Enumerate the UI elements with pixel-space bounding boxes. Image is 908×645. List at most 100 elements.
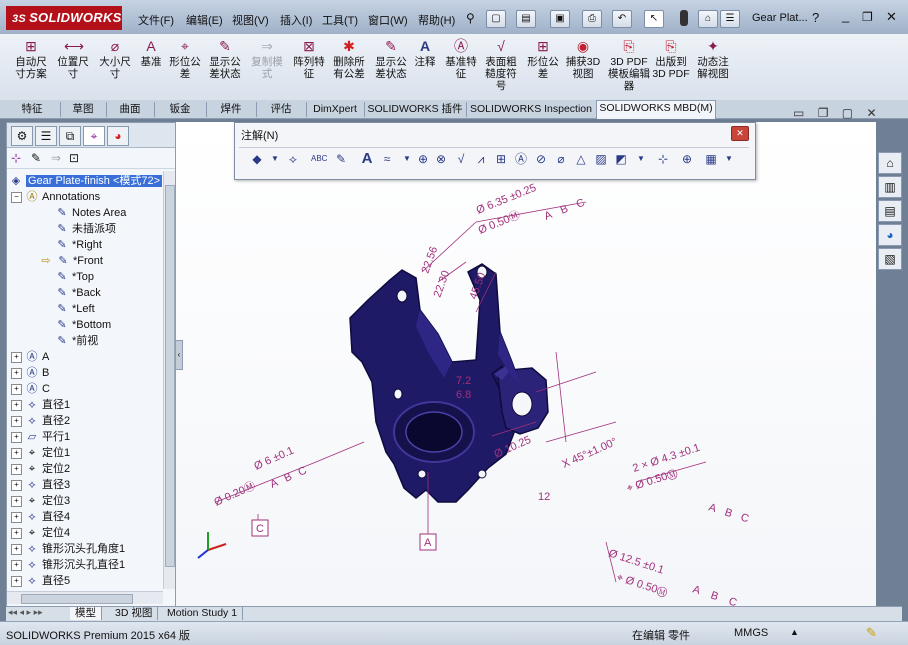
solidworks-logo[interactable]: 3S SOLIDWORKS — [6, 6, 122, 30]
tree-horizontal-scrollbar[interactable] — [7, 591, 163, 604]
feature-tree-tab-icon[interactable]: ⚙ — [11, 126, 33, 146]
table-dropdown-icon[interactable]: ▼ — [721, 151, 737, 167]
delete-tolerances-button[interactable]: ✱ 删除所有公差 — [330, 38, 368, 80]
tree-item-diameter5[interactable]: + ⟡ 直径5 — [11, 573, 70, 589]
pattern-feature-button[interactable]: ⊠ 阵列特征 — [290, 38, 328, 80]
expand-icon[interactable]: + — [11, 463, 22, 475]
dropdown-arrow-icon[interactable]: ▼ — [267, 151, 283, 167]
weld-symbol-icon[interactable]: ⩘ — [473, 151, 489, 167]
datum-c-top[interactable]: C — [575, 197, 587, 211]
dim-22-56[interactable]: 22.56 — [420, 245, 441, 275]
expand-icon[interactable]: + — [11, 431, 22, 443]
note-tool-icon[interactable]: A — [359, 151, 375, 167]
dim-position-020[interactable]: Ø 0.20Ⓜ — [212, 479, 258, 509]
hscrollbar-thumb[interactable] — [21, 594, 133, 604]
expand-icon[interactable]: + — [11, 511, 22, 523]
tree-item-back[interactable]: ✎ *Back — [55, 285, 100, 301]
surface-finish-button[interactable]: √ 表面粗糙度符号 — [482, 38, 520, 92]
annotation-toolbar-close-icon[interactable]: ✕ — [731, 126, 749, 141]
gear-plate-model[interactable] — [349, 263, 549, 503]
auto-dimension-button[interactable]: ⊞ 自动尺寸方案 — [12, 38, 50, 80]
menu-edit[interactable]: 编辑(E) — [186, 12, 223, 28]
dimxpert-manager-tab-icon[interactable]: ⌖ — [83, 126, 105, 146]
tree-item-diameter1[interactable]: + ⟡ 直径1 — [11, 397, 70, 413]
note-button[interactable]: A 注释 — [406, 38, 444, 68]
tab-weldments[interactable]: 焊件 — [206, 102, 257, 117]
tree-item-diameter3[interactable]: + ⟡ 直径3 — [11, 477, 70, 493]
model-view[interactable]: Ø 6.35 ±0.25 Ø 0.50Ⓜ A B C 22.56 22.30 4… — [176, 122, 876, 609]
tree-item-top[interactable]: ✎ *Top — [55, 269, 94, 285]
tree-item-parallel1[interactable]: + ▱ 平行1 — [11, 429, 70, 445]
tree-item-position3[interactable]: + ⌖ 定位3 — [11, 493, 70, 509]
tab-scroll-arrows-icon[interactable]: ◂◂ ◂ ▸ ▸▸ — [8, 607, 43, 618]
tree-annotations-folder[interactable]: − Ⓐ Annotations — [11, 189, 100, 205]
viewport-restore-icon[interactable]: ❐ — [818, 106, 829, 120]
datum-flag-c[interactable]: C — [256, 523, 264, 535]
graphics-viewport[interactable]: Ø 6.35 ±0.25 Ø 0.50Ⓜ A B C 22.56 22.30 4… — [176, 122, 876, 609]
spell-check-icon[interactable]: ABC — [311, 151, 327, 167]
dim-dia-6[interactable]: Ø 6 ±0.1 — [252, 445, 295, 473]
block-dropdown-icon[interactable]: ▼ — [633, 151, 649, 167]
smart-dimension-icon[interactable]: ◆ — [249, 151, 265, 167]
tree-item-position4[interactable]: + ⌖ 定位4 — [11, 525, 70, 541]
new-document-icon[interactable]: ▢ — [486, 10, 506, 28]
appearances-icon[interactable]: ▧ — [878, 248, 902, 270]
close-icon[interactable]: ✕ — [886, 9, 897, 25]
dimension-style-icon[interactable]: ⟡ — [285, 151, 301, 167]
datum-a-bore[interactable]: A — [691, 583, 702, 597]
tab-model[interactable]: 模型 — [70, 607, 102, 620]
help-icon[interactable]: ? — [812, 10, 819, 25]
datum-c-right[interactable]: C — [739, 511, 750, 525]
collapse-icon[interactable]: − — [11, 191, 22, 203]
tab-inspection[interactable]: SOLIDWORKS Inspection — [466, 102, 597, 117]
tree-item-bottom[interactable]: ✎ *Bottom — [55, 317, 111, 333]
configuration-manager-tab-icon[interactable]: ⧉ — [59, 126, 81, 146]
datum-c-bore[interactable]: C — [727, 595, 738, 609]
dim-dia-12-5[interactable]: Ø 12.5 ±0.1 — [607, 547, 665, 576]
size-dimension-button[interactable]: ⌀ 大小尺寸 — [96, 38, 134, 80]
tab-sheet-metal[interactable]: 钣金 — [154, 102, 207, 117]
dim-6-8[interactable]: 6.8 — [456, 389, 471, 401]
expand-icon[interactable]: + — [11, 575, 22, 587]
tree-item-left[interactable]: ✎ *Left — [55, 301, 94, 317]
tree-item-datum-a[interactable]: + Ⓐ A — [11, 349, 49, 365]
tree-item-datum-b[interactable]: + Ⓐ B — [11, 365, 49, 381]
tab-addins[interactable]: SOLIDWORKS 插件 — [364, 102, 467, 117]
menu-tools[interactable]: 工具(T) — [322, 12, 358, 28]
datum-flag-a[interactable]: A — [424, 537, 432, 549]
traffic-light-icon[interactable] — [680, 10, 688, 26]
tree-root-part[interactable]: ◈ Gear Plate-finish <模式72> — [9, 173, 163, 189]
tree-item-position2[interactable]: + ⌖ 定位2 — [11, 461, 70, 477]
dim-12[interactable]: 12 — [538, 491, 550, 503]
balloon-icon[interactable]: ⊕ — [415, 151, 431, 167]
dim-7-2[interactable]: 7.2 — [456, 375, 471, 387]
minimize-icon[interactable]: _ — [842, 8, 849, 23]
import-scheme-icon[interactable]: ⊡ — [69, 151, 79, 165]
file-properties-icon[interactable]: ⌂ — [698, 10, 718, 28]
menu-insert[interactable]: 插入(I) — [280, 12, 312, 28]
tree-item-diameter2[interactable]: + ⟡ 直径2 — [11, 413, 70, 429]
tree-item-front-cn[interactable]: ✎ *前视 — [55, 333, 98, 349]
tree-item-right[interactable]: ✎ *Right — [55, 237, 102, 253]
print-icon[interactable]: ⎙ — [582, 10, 602, 28]
viewport-maximize-icon[interactable]: ▢ — [842, 106, 853, 120]
home-icon[interactable]: ⌂ — [878, 152, 902, 174]
format-painter-icon[interactable]: ✎ — [333, 151, 349, 167]
dynamic-annotation-button[interactable]: ✦ 动态注解视图 — [694, 38, 732, 80]
table-icon[interactable]: ▦ — [703, 151, 719, 167]
area-hatch-icon[interactable]: ▨ — [593, 151, 609, 167]
tab-features[interactable]: 特征 — [4, 102, 61, 117]
expand-icon[interactable]: + — [11, 351, 22, 363]
copy-scheme-button[interactable]: ⇒ 复制模式 — [248, 38, 286, 80]
publish-pdf-button[interactable]: ⎘ 出版到3D PDF — [652, 38, 690, 80]
expand-icon[interactable]: + — [11, 479, 22, 491]
options-icon[interactable]: ☰ — [720, 10, 740, 28]
tolerance-status-button[interactable]: ✎ 显示公差状态 — [206, 38, 244, 80]
datum-target-icon[interactable]: ⊘ — [533, 151, 549, 167]
expand-icon[interactable]: + — [11, 383, 22, 395]
menu-file[interactable]: 文件(F) — [138, 12, 174, 28]
expand-icon[interactable]: + — [11, 559, 22, 571]
status-units[interactable]: MMGS — [734, 627, 768, 639]
expand-icon[interactable]: + — [11, 447, 22, 459]
tree-item-csk-diameter1[interactable]: + ⟡ 锥形沉头孔直径1 — [11, 557, 125, 573]
